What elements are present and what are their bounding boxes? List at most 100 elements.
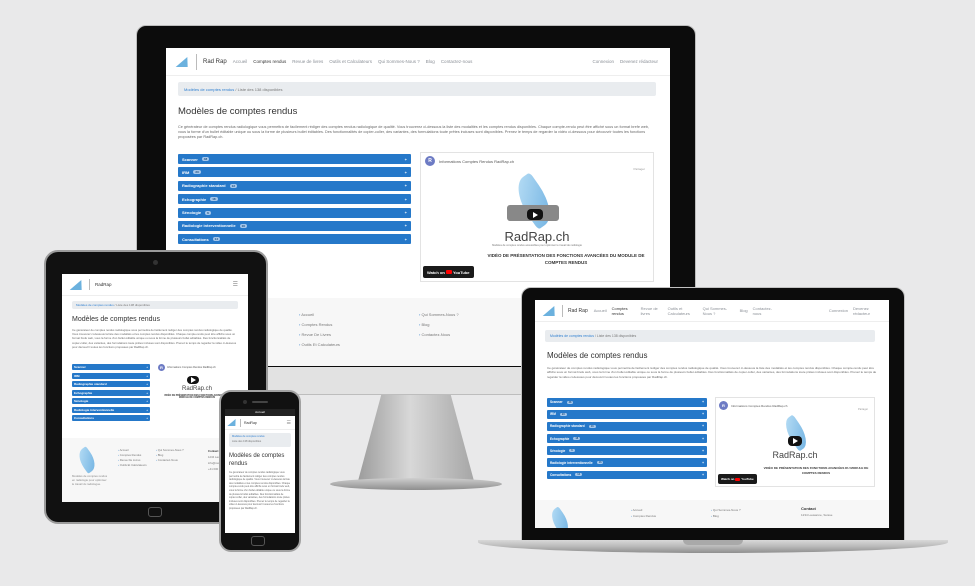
expand-plus-icon: + — [404, 196, 407, 202]
brand-name: RadRap — [244, 420, 257, 425]
category-irm[interactable]: IRM 23 + — [547, 410, 707, 419]
category-radiologie-interventionnelle[interactable]: Radiologie interventionnelle 16 + — [547, 458, 707, 467]
video-share-button[interactable]: Partager — [858, 408, 868, 411]
category-senologie[interactable]: Sénologie 6 + — [547, 446, 707, 455]
expand-plus-icon: + — [146, 373, 148, 378]
video-play-button[interactable] — [527, 209, 543, 220]
count-badge: 14 — [212, 237, 221, 242]
footer-link-outils[interactable]: Outils Et Calculateurs — [299, 340, 339, 350]
phone-speaker — [252, 401, 268, 403]
tablet-navbar: RadRap ☰ — [62, 274, 248, 296]
footer-link-contact[interactable]: Contactez-Nous — [419, 330, 459, 340]
category-echographie[interactable]: Echographie 18 + — [178, 194, 411, 205]
nav-accueil[interactable]: Accueil — [233, 59, 248, 64]
nav-comptes-rendus[interactable]: Comptes rendus — [612, 306, 636, 316]
video-embed[interactable]: R Informations Comptes Rendus RadRap.ch … — [715, 397, 875, 487]
site-logo[interactable]: RadRap — [69, 279, 112, 290]
video-caption: VIDÉO DE PRÉSENTATION DES FONCTIONS AVAN… — [487, 253, 645, 265]
category-consultations[interactable]: Consultations 14 + — [178, 234, 411, 245]
nav-qui-sommes-nous[interactable]: Qui Sommes-Nous ? — [378, 59, 420, 64]
channel-avatar: R — [425, 156, 435, 166]
category-scanner[interactable]: Scanner 48 + — [547, 398, 707, 407]
site-logo[interactable]: Rad Rap — [175, 53, 227, 70]
video-caption: VIDÉO DE PRÉSENTATION DES FONCTIONS AVAN… — [763, 466, 869, 475]
channel-avatar: R — [158, 364, 165, 371]
laptop-footer: Accueil Comptes Rendus Qui Sommes-Nous ?… — [535, 500, 889, 528]
breadcrumb-home-link[interactable]: Modèles de comptes rendus — [184, 87, 234, 92]
category-senologie[interactable]: Sénologie + — [72, 398, 150, 404]
nav-contact[interactable]: Contactez-nous — [441, 59, 473, 64]
footer-link-comptes-rendus[interactable]: Comptes Rendus — [299, 320, 340, 330]
footer-link-blog[interactable]: Blog — [419, 320, 459, 330]
video-play-button[interactable] — [187, 376, 199, 384]
watch-on-youtube-button[interactable]: Watch on YouTube — [718, 474, 757, 484]
category-radiographie-standard[interactable]: Radiographie standard 13 + — [178, 180, 411, 191]
footer-link-comptes-rendus[interactable]: Comptes Rendus — [631, 513, 656, 519]
tablet-camera — [153, 260, 158, 265]
nav-revue-livres[interactable]: Revue de livres — [292, 59, 323, 64]
video-brand-text: RadRap.ch — [772, 450, 818, 460]
category-scanner[interactable]: Scanner + — [72, 364, 150, 370]
site-logo[interactable]: Rad Rap — [542, 304, 588, 317]
expand-plus-icon: + — [702, 412, 704, 417]
category-scanner[interactable]: Scanner 48 + — [178, 154, 411, 164]
logo-feather-icon — [542, 305, 560, 316]
footer-link-outils[interactable]: Outils Et Calculateurs — [118, 463, 147, 468]
nav-revue-livres[interactable]: Revue de livres — [641, 306, 663, 316]
nav-comptes-rendus[interactable]: Comptes rendus — [253, 59, 286, 64]
category-radiographie-standard[interactable]: Radiographie standard 13 + — [547, 422, 707, 431]
category-radiologie-interventionnelle[interactable]: Radiologie interventionnelle + — [72, 406, 150, 413]
page-intro: Ce générateur de comptes rendus radiolog… — [72, 328, 237, 349]
nav-connexion[interactable]: Connexion — [592, 59, 614, 64]
category-irm[interactable]: IRM 23 + — [178, 167, 411, 178]
video-play-button[interactable] — [788, 436, 802, 446]
breadcrumb-current: Liste des 138 disponibles — [596, 334, 637, 338]
nav-devenir-redacteur[interactable]: Devenez rédacteur — [853, 306, 879, 316]
expand-plus-icon: + — [146, 399, 148, 403]
breadcrumb-current: Liste des 138 disponibles — [232, 440, 262, 443]
category-accordion: Scanner + IRM + Radiographie standard + Ech… — [72, 364, 150, 424]
brand-name: RadRap — [95, 282, 112, 287]
category-radiographie-standard[interactable]: Radiographie standard + — [72, 381, 150, 387]
category-consultations[interactable]: Consultations 14 + — [547, 470, 707, 480]
watch-on-youtube-button[interactable]: Watch on YouTube — [423, 266, 474, 278]
footer-link-qui-sommes-nous[interactable]: Qui Sommes-Nous ? — [419, 310, 458, 320]
breadcrumb-home-link[interactable]: Modèles de comptes rendus — [76, 303, 114, 307]
category-echographie[interactable]: Echographie 18 + — [547, 434, 707, 443]
nav-devenir-redacteur[interactable]: Devenez rédacteur — [620, 59, 658, 64]
nav-contact[interactable]: Contactez-nous — [753, 306, 777, 316]
brand-name: Rad Rap — [568, 307, 588, 314]
hamburger-menu-icon[interactable]: ☰ — [287, 420, 291, 426]
expand-plus-icon: + — [146, 382, 148, 386]
category-echographie[interactable]: Echographie + — [72, 389, 150, 396]
breadcrumb-home-link[interactable]: Modèles de comptes rendus — [550, 334, 594, 338]
video-embed[interactable]: R Informations Comptes Rendus RadRap.ch … — [420, 152, 654, 282]
expand-plus-icon: + — [404, 183, 407, 189]
nav-blog[interactable]: Blog — [740, 308, 748, 313]
expand-plus-icon: + — [404, 169, 407, 175]
nav-accueil[interactable]: Accueil — [594, 308, 607, 313]
phone-tab-label: Accueil — [225, 409, 295, 416]
brand-name: Rad Rap — [203, 58, 227, 65]
footer-link-blog[interactable]: Blog — [711, 513, 741, 519]
breadcrumb: Modèles de comptes rendus Liste des 138 … — [229, 433, 291, 447]
video-share-button[interactable]: Partager — [633, 167, 645, 171]
category-consultations[interactable]: Consultations + — [72, 415, 150, 421]
footer-link-revue[interactable]: Revue De Livres — [299, 330, 340, 340]
nav-connexion[interactable]: Connexion — [829, 308, 848, 313]
footer-link-contact[interactable]: Contactez-Nous — [156, 458, 184, 463]
category-senologie[interactable]: Sénologie 6 + — [178, 207, 411, 218]
count-badge: 48 — [201, 157, 210, 161]
page-intro: Ce générateur de comptes rendus radiolog… — [229, 471, 291, 510]
hamburger-menu-icon[interactable]: ☰ — [233, 281, 238, 288]
footer-link-accueil[interactable]: Accueil — [299, 310, 340, 320]
laptop-notch — [683, 540, 743, 545]
nav-outils[interactable]: Outils et Calculateurs — [329, 59, 372, 64]
count-badge: 16 — [596, 461, 604, 465]
nav-qui-sommes-nous[interactable]: Qui Sommes-Nous ? — [703, 306, 735, 316]
category-irm[interactable]: IRM + — [72, 372, 150, 379]
category-radiologie-interventionnelle[interactable]: Radiologie interventionnelle 16 + — [178, 220, 411, 231]
site-logo[interactable]: RadRap — [227, 418, 257, 427]
nav-blog[interactable]: Blog — [426, 59, 435, 64]
nav-outils[interactable]: Outils et Calculateurs — [668, 306, 698, 316]
